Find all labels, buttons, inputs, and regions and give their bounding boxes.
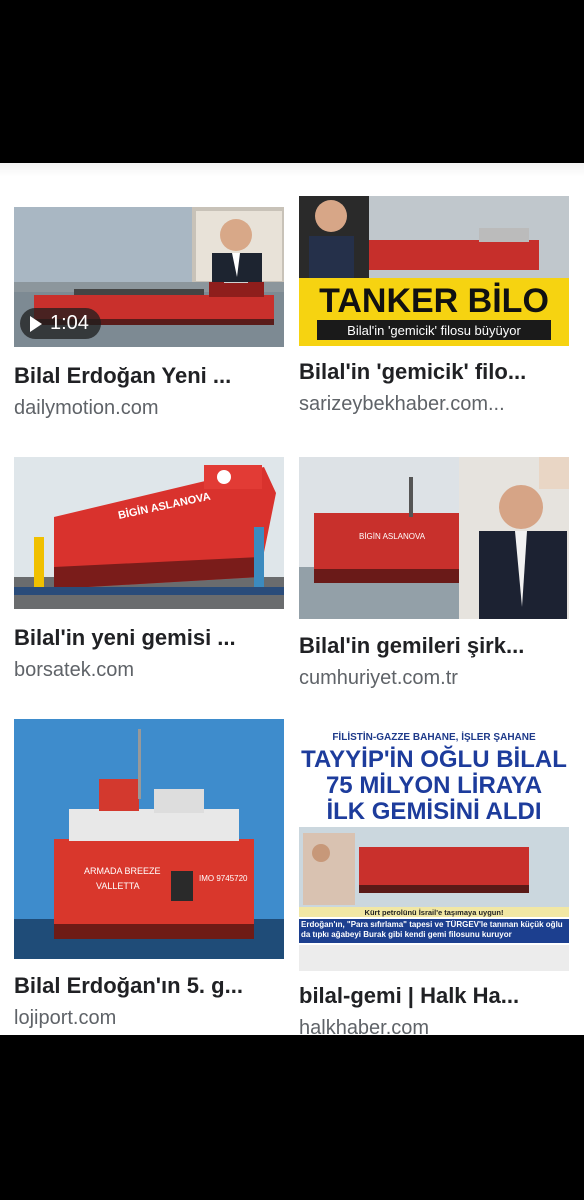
result-thumbnail-2[interactable]: TANKER BİLO Bilal'in 'gemicik' filosu bü…: [299, 196, 569, 346]
ship-port: VALLETTA: [96, 881, 140, 891]
result-thumbnail-6[interactable]: FİLİSTİN-GAZZE BAHANE, İŞLER ŞAHANE TAYY…: [299, 729, 569, 971]
result-source[interactable]: dailymotion.com: [14, 397, 276, 420]
result-source[interactable]: lojiport.com: [14, 1007, 276, 1030]
subhead-text: Bilal'in 'gemicik' filosu büyüyor: [347, 323, 521, 338]
ship-name: BİGİN ASLANOVA: [359, 532, 426, 541]
result-source[interactable]: halkhaber.com: [299, 1017, 561, 1035]
result-source[interactable]: sarizeybekhaber.com...: [299, 393, 561, 416]
result-card-5[interactable]: ARMADA BREEZE VALLETTA IMO 9745720 Bilal…: [14, 719, 286, 1030]
result-card-1[interactable]: 1:04 Bilal Erdoğan Yeni ... dailymotion.…: [14, 207, 286, 420]
image-results-panel: 1:04 Bilal Erdoğan Yeni ... dailymotion.…: [0, 163, 584, 1035]
result-card-2[interactable]: TANKER BİLO Bilal'in 'gemicik' filosu bü…: [299, 196, 571, 416]
ship-name: ARMADA BREEZE: [84, 866, 161, 876]
result-card-3[interactable]: BİGİN ASLANOVA Bilal'in yeni gemisi ... …: [14, 457, 286, 682]
newspaper-caption: Kürt petrolünü İsrail'e taşımaya uygun!: [365, 908, 504, 917]
newspaper-headline-3: İLK GEMİSİNİ ALDI: [326, 798, 541, 825]
newspaper-headline-2: 75 MİLYON LİRAYA: [326, 772, 542, 799]
result-thumbnail-5[interactable]: ARMADA BREEZE VALLETTA IMO 9745720: [14, 719, 284, 959]
newspaper-body: Erdoğan'ın, "Para sıfırlama" tapesi ve T…: [301, 920, 563, 939]
result-source[interactable]: cumhuriyet.com.tr: [299, 667, 561, 690]
video-duration: 1:04: [50, 312, 89, 334]
video-duration-badge: 1:04: [20, 308, 101, 339]
result-card-6[interactable]: FİLİSTİN-GAZZE BAHANE, İŞLER ŞAHANE TAYY…: [299, 729, 571, 1035]
result-title[interactable]: Bilal Erdoğan'ın 5. g...: [14, 973, 276, 999]
result-thumbnail-1[interactable]: 1:04: [14, 207, 284, 347]
headline-text: TANKER BİLO: [319, 282, 549, 320]
result-title[interactable]: Bilal'in yeni gemisi ...: [14, 625, 276, 651]
ship-imo: IMO 9745720: [199, 874, 248, 883]
result-thumbnail-3[interactable]: BİGİN ASLANOVA: [14, 457, 284, 609]
result-thumbnail-4[interactable]: BİGİN ASLANOVA: [299, 457, 569, 619]
top-divider: [0, 163, 584, 177]
result-title[interactable]: bilal-gemi | Halk Ha...: [299, 983, 561, 1009]
result-source[interactable]: borsatek.com: [14, 659, 276, 682]
result-title[interactable]: Bilal'in gemileri şirk...: [299, 633, 561, 659]
play-icon: [30, 315, 42, 332]
newspaper-headline-1: TAYYİP'İN OĞLU BİLAL: [301, 745, 567, 773]
newspaper-kicker: FİLİSTİN-GAZZE BAHANE, İŞLER ŞAHANE: [332, 730, 536, 743]
result-title[interactable]: Bilal'in 'gemicik' filo...: [299, 359, 561, 385]
result-card-4[interactable]: BİGİN ASLANOVA Bilal'in gemileri şirk...…: [299, 457, 571, 690]
result-title[interactable]: Bilal Erdoğan Yeni ...: [14, 363, 276, 389]
